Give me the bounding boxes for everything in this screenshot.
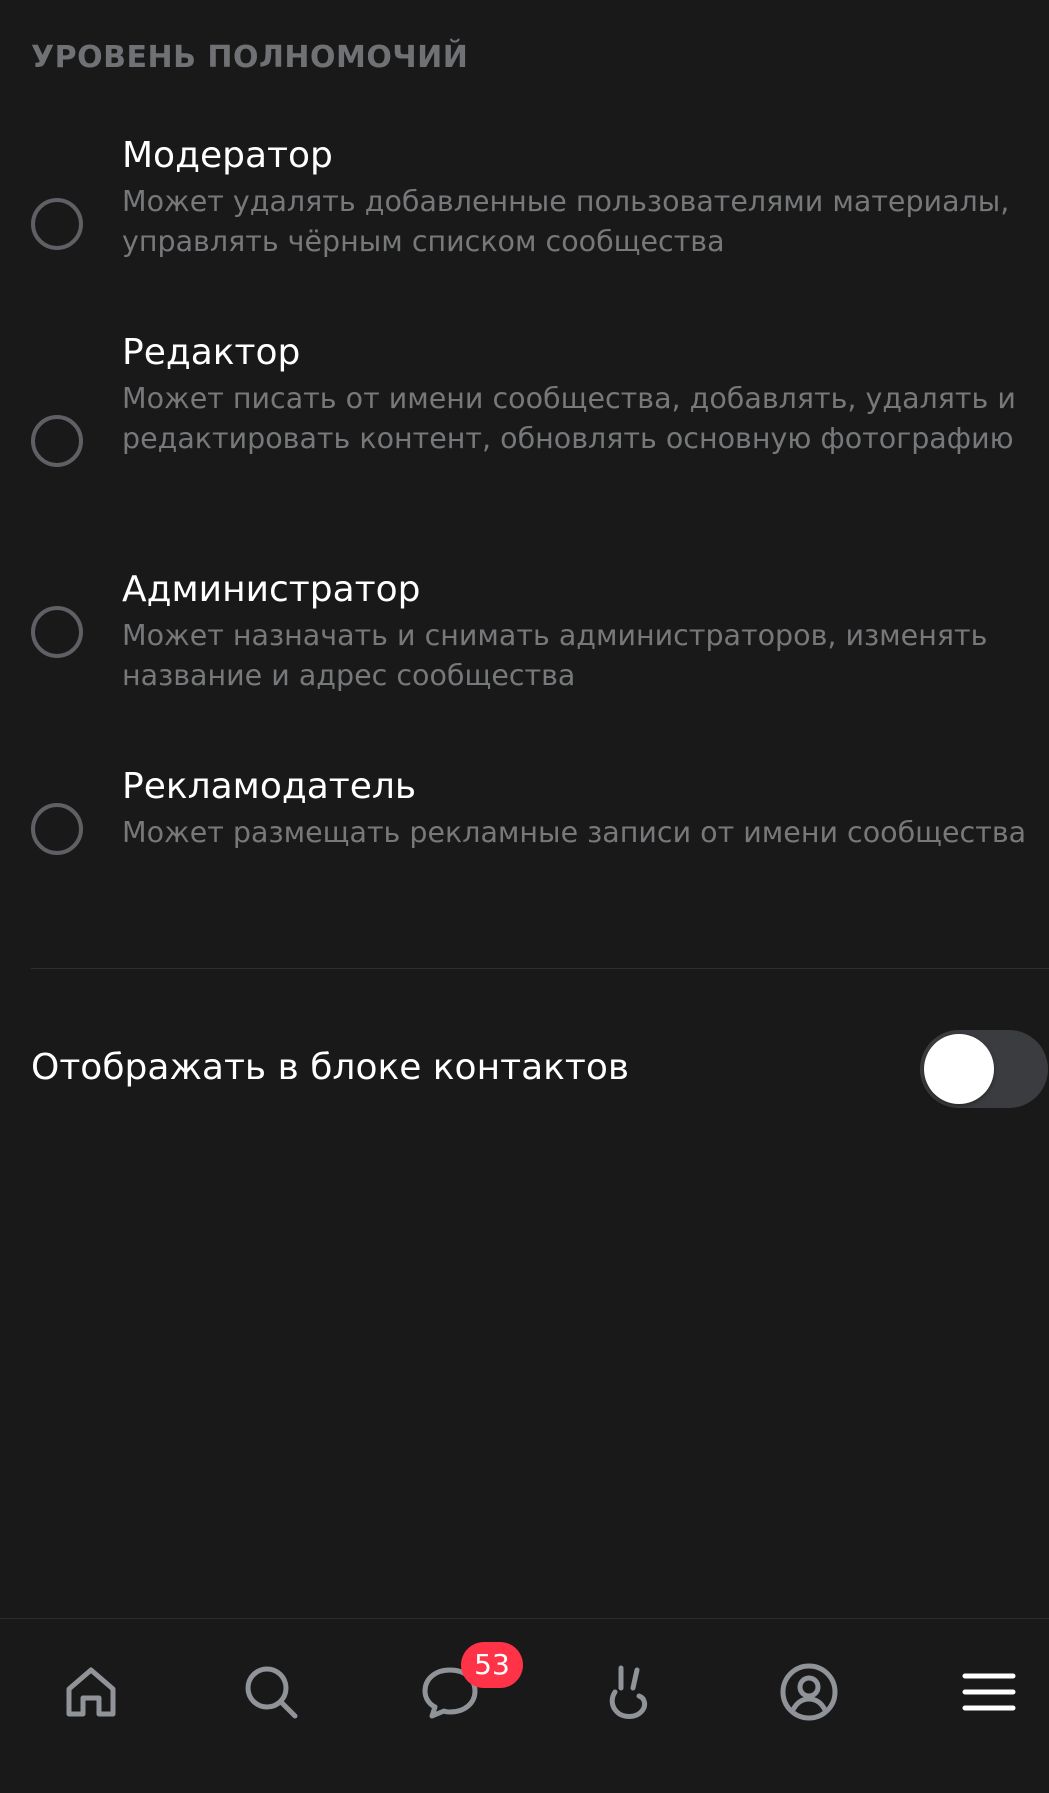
tab-search[interactable] <box>226 1647 316 1737</box>
tab-profile[interactable] <box>764 1647 854 1737</box>
role-title: Администратор <box>122 569 421 610</box>
messages-badge: 53 <box>461 1642 523 1688</box>
search-icon <box>245 1666 298 1719</box>
role-description: Может размещать рекламные записи от имен… <box>122 816 1027 849</box>
show-in-contacts-toggle[interactable] <box>920 1030 1048 1108</box>
role-title: Рекламодатель <box>122 766 417 807</box>
section-title: УРОВЕНЬ ПОЛНОМОЧИЙ <box>31 40 469 75</box>
radio-button-administrator[interactable] <box>31 606 83 658</box>
role-text-advertiser: Рекламодатель Может размещать рекламные … <box>122 763 1039 853</box>
divider <box>31 968 1049 969</box>
tab-clips[interactable] <box>584 1647 674 1737</box>
clips-icon <box>609 1665 648 1719</box>
menu-icon <box>962 1673 1016 1711</box>
profile-icon <box>780 1663 838 1721</box>
role-description: Может удалять добавленные пользователями… <box>122 185 1010 258</box>
radio-button-moderator[interactable] <box>31 198 83 250</box>
toggle-knob <box>924 1034 994 1104</box>
role-description: Может писать от имени сообщества, добавл… <box>122 382 1016 455</box>
role-title: Редактор <box>122 332 301 373</box>
role-text-editor: Редактор Может писать от имени сообществ… <box>122 329 1039 459</box>
radio-button-editor[interactable] <box>31 415 83 467</box>
bottom-tab-bar: 53 <box>0 1618 1049 1793</box>
radio-button-advertiser[interactable] <box>31 803 83 855</box>
show-in-contacts-label: Отображать в блоке контактов <box>31 1047 630 1088</box>
tab-home[interactable] <box>46 1647 136 1737</box>
role-title: Модератор <box>122 135 333 176</box>
role-text-moderator: Модератор Может удалять добавленные поль… <box>122 132 1039 262</box>
show-in-contacts-row[interactable]: Отображать в блоке контактов <box>0 1030 1049 1110</box>
role-text-administrator: Администратор Может назначать и снимать … <box>122 566 1039 696</box>
home-icon <box>66 1667 116 1717</box>
tab-menu[interactable] <box>944 1647 1034 1737</box>
role-description: Может назначать и снимать администраторо… <box>122 619 988 692</box>
